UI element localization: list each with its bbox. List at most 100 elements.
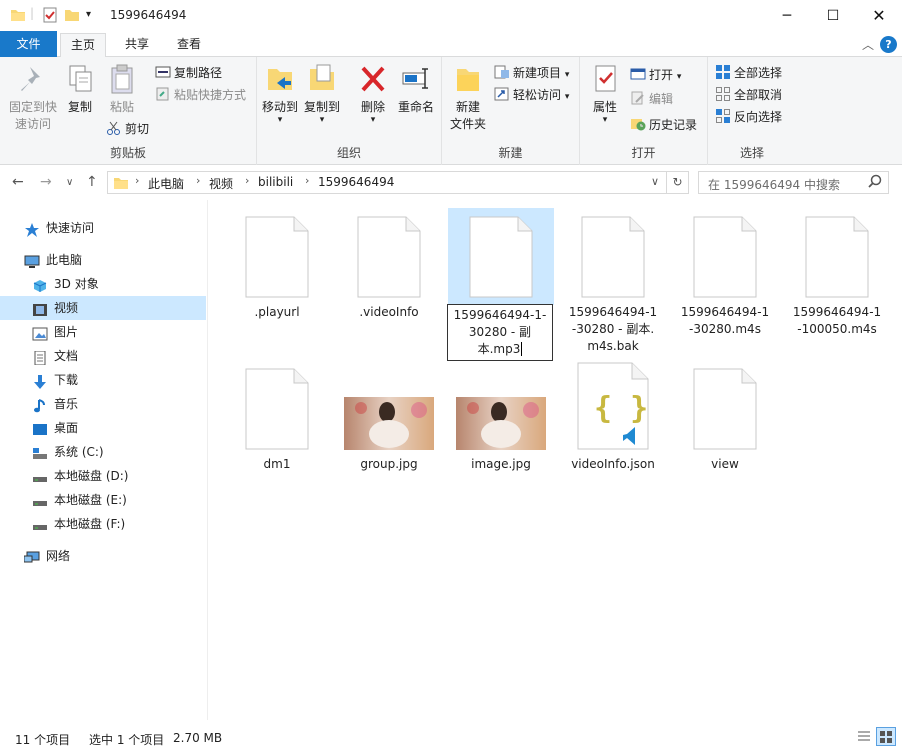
file-item[interactable]: .videoInfo (336, 216, 442, 321)
paste-shortcut-icon (155, 87, 171, 101)
copy-icon (65, 63, 95, 95)
file-item[interactable]: .playurl (224, 216, 330, 321)
properties-button[interactable]: 属性 ▾ (586, 63, 624, 125)
maximize-button[interactable]: ☐ (810, 0, 856, 31)
tab-home[interactable]: 主页 (60, 33, 106, 58)
refresh-button[interactable]: ↻ (667, 171, 689, 194)
selection-size: 2.70 MB (173, 731, 223, 745)
forward-arrow-icon[interactable]: → (40, 174, 52, 190)
file-item[interactable]: 1599646494-1-100050.m4s (784, 216, 890, 338)
breadcrumb-bilibili[interactable]: bilibili (258, 175, 293, 189)
file-name: .playurl (254, 305, 300, 319)
breadcrumb-separator-icon[interactable]: › (305, 174, 309, 187)
sidebar-item-drive-f[interactable]: 本地磁盘 (F:) (0, 512, 206, 536)
recent-locations-icon[interactable]: ∨ (66, 177, 73, 188)
file-item[interactable]: group.jpg (336, 368, 442, 473)
select-all-button[interactable]: 全部选择 (715, 63, 782, 83)
breadcrumb-separator-icon[interactable]: › (196, 174, 200, 187)
sidebar-item-desktop[interactable]: 桌面 (0, 416, 206, 440)
properties-quick-icon[interactable] (42, 7, 58, 26)
tab-file[interactable]: 文件 (0, 31, 57, 57)
sidebar-item-music[interactable]: 音乐 (0, 392, 206, 416)
copy-path-label: 复制路径 (174, 66, 223, 80)
large-icons-view-icon[interactable] (876, 727, 896, 746)
collapse-ribbon-icon[interactable]: ︿ (862, 36, 874, 53)
customize-quick-access-icon[interactable]: ▾ (86, 9, 91, 20)
computer-icon (24, 253, 40, 268)
edit-button[interactable]: 编辑 (630, 89, 673, 109)
copy-button[interactable]: 复制 (60, 63, 100, 116)
open-button[interactable]: 打开 ▾ (630, 65, 681, 85)
tab-view[interactable]: 查看 (166, 33, 212, 57)
cut-button[interactable]: 剪切 (106, 119, 149, 139)
copy-path-button[interactable]: 复制路径 (155, 63, 222, 83)
file-name: 1599646494-1-30280 - 副本.m4s.bak (568, 305, 658, 353)
pin-quick-access-button[interactable]: 固定到快 速访问 (4, 63, 62, 133)
sidebar-item-downloads[interactable]: 下载 (0, 368, 206, 392)
rename-field[interactable]: 1599646494-1- 30280 - 副 本.mp3 (447, 304, 553, 361)
breadcrumb-current-folder[interactable]: 1599646494 (318, 175, 394, 189)
properties-icon (590, 63, 620, 95)
rename-icon (401, 63, 431, 95)
new-folder-quick-icon[interactable] (64, 7, 80, 26)
paste-button[interactable]: 粘贴 (102, 63, 142, 116)
clipboard-group-label: 剪贴板 (109, 146, 146, 160)
move-to-button[interactable]: 移动到 ▾ (259, 63, 301, 125)
breadcrumb-this-pc[interactable]: 此电脑 (148, 175, 184, 192)
rename-button[interactable]: 重命名 (393, 63, 439, 116)
details-view-icon[interactable] (856, 728, 872, 747)
file-item[interactable]: view (672, 368, 778, 473)
sidebar-item-drive-c[interactable]: 系统 (C:) (0, 440, 206, 464)
file-item-selected[interactable]: 1599646494-1- 30280 - 副 本.mp3 (447, 208, 554, 361)
item-count: 11 个项目 (15, 733, 71, 747)
new-item-button[interactable]: 新建项目 ▾ (494, 63, 569, 83)
easy-access-button[interactable]: 轻松访问 ▾ (494, 85, 569, 105)
paste-shortcut-button[interactable]: 粘贴快捷方式 (155, 85, 246, 105)
delete-button[interactable]: 删除 ▾ (353, 63, 393, 125)
search-box[interactable]: 在 1599646494 中搜索 (698, 171, 889, 194)
sidebar-item-documents[interactable]: 文档 (0, 344, 206, 368)
file-view: .playurl .videoInfo 1599646494-1- 30280 … (209, 200, 902, 720)
copy-path-icon (155, 65, 171, 79)
select-none-button[interactable]: 全部取消 (715, 85, 782, 105)
address-dropdown-icon[interactable]: ∨ (651, 175, 659, 188)
file-item[interactable]: { } videoInfo.json (560, 362, 666, 473)
help-icon[interactable]: ? (880, 36, 897, 53)
sidebar-item-3d-objects[interactable]: 3D 对象 (0, 272, 206, 296)
clipboard-group: 固定到快 速访问 复制 粘贴 复制路径 粘贴快捷方式 剪切 剪贴板 (0, 57, 257, 165)
back-arrow-icon[interactable]: ← (12, 174, 24, 190)
pin-label-1: 固定到快 (8, 100, 57, 114)
invert-selection-button[interactable]: 反向选择 (715, 107, 782, 127)
blank-file-icon (357, 216, 421, 298)
move-to-dropdown-icon: ▾ (277, 115, 283, 125)
copy-to-button[interactable]: 复制到 ▾ (301, 63, 343, 125)
sidebar-item-drive-d[interactable]: 本地磁盘 (D:) (0, 464, 206, 488)
new-folder-button[interactable]: 新建 文件夹 (446, 63, 490, 133)
system-drive-icon (32, 445, 48, 459)
sidebar-item-quick-access[interactable]: 快速访问 (0, 216, 206, 240)
file-item[interactable]: 1599646494-1-30280.m4s (672, 216, 778, 338)
select-all-icon (715, 65, 731, 79)
sidebar-item-videos[interactable]: 视频 (0, 296, 206, 320)
breadcrumb-separator-icon[interactable]: › (245, 174, 249, 187)
breadcrumb-separator-icon[interactable]: › (135, 174, 139, 187)
sidebar-item-network[interactable]: 网络 (0, 544, 206, 568)
file-item[interactable]: image.jpg (448, 368, 554, 473)
minimize-button[interactable]: ─ (764, 0, 810, 31)
invert-selection-icon (715, 109, 731, 123)
open-label: 打开 (649, 68, 674, 82)
file-item[interactable]: dm1 (224, 368, 330, 473)
close-button[interactable]: ✕ (856, 0, 902, 31)
file-item[interactable]: 1599646494-1-30280 - 副本.m4s.bak (560, 216, 666, 355)
history-button[interactable]: 历史记录 (630, 115, 697, 135)
video-icon (32, 301, 48, 316)
sidebar-item-drive-e[interactable]: 本地磁盘 (E:) (0, 488, 206, 512)
up-arrow-icon[interactable]: ↑ (86, 174, 98, 190)
sidebar-item-pictures[interactable]: 图片 (0, 320, 206, 344)
tab-share[interactable]: 共享 (114, 33, 160, 57)
sidebar-item-label: 本地磁盘 (F:) (54, 517, 126, 531)
sidebar-item-this-pc[interactable]: 此电脑 (0, 248, 206, 272)
breadcrumb-videos[interactable]: 视频 (209, 175, 233, 192)
navigation-pane: 快速访问 此电脑 3D 对象 视频 图片 文档 下载 音乐 桌面 系统 (C:)… (0, 200, 208, 720)
address-bar[interactable]: › 此电脑 › 视频 › bilibili › 1599646494 ∨ (107, 171, 667, 194)
